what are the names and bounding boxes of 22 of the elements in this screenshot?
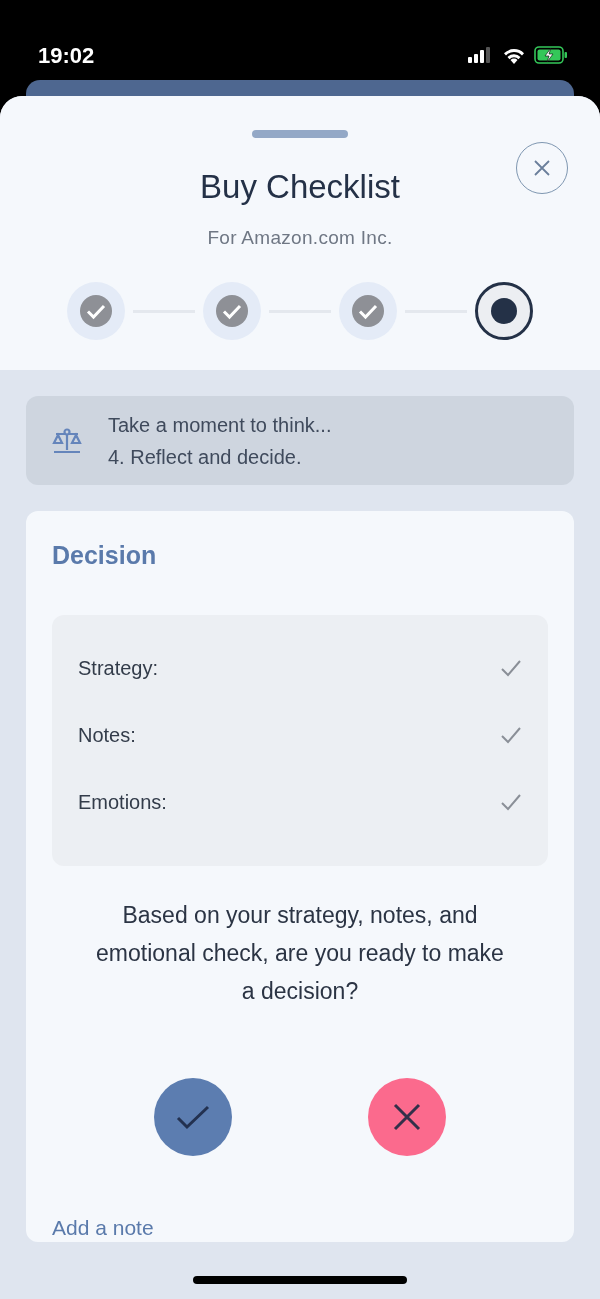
- dot-icon: [491, 298, 517, 324]
- close-icon: [393, 1102, 421, 1131]
- summary-label: Strategy:: [78, 656, 159, 681]
- summary-label: Emotions:: [78, 790, 167, 815]
- add-note-link[interactable]: Add a note: [52, 1211, 154, 1243]
- check-icon: [176, 1103, 210, 1130]
- check-circle-icon: [80, 295, 112, 327]
- banner-text: Take a moment to think...: [108, 412, 332, 438]
- sheet-subtitle: For Amazon.com Inc.: [207, 226, 393, 248]
- status-time: 19:02: [38, 41, 95, 70]
- close-icon: [533, 159, 551, 177]
- question-text: Based on your strategy, notes, and emotional check, are you ready to make a decision?: [95, 900, 505, 1006]
- card-title: Decision: [52, 541, 157, 569]
- scale-icon: [52, 427, 82, 454]
- banner-text: 4. Reflect and decide.: [108, 444, 303, 470]
- battery-icon: [534, 46, 568, 64]
- sheet-title: Buy Checklist: [200, 168, 400, 205]
- wifi-icon: [502, 46, 526, 64]
- summary-label: Notes:: [78, 723, 136, 748]
- check-circle-icon: [216, 295, 248, 327]
- check-circle-icon: [352, 295, 384, 327]
- drag-handle[interactable]: [252, 130, 348, 138]
